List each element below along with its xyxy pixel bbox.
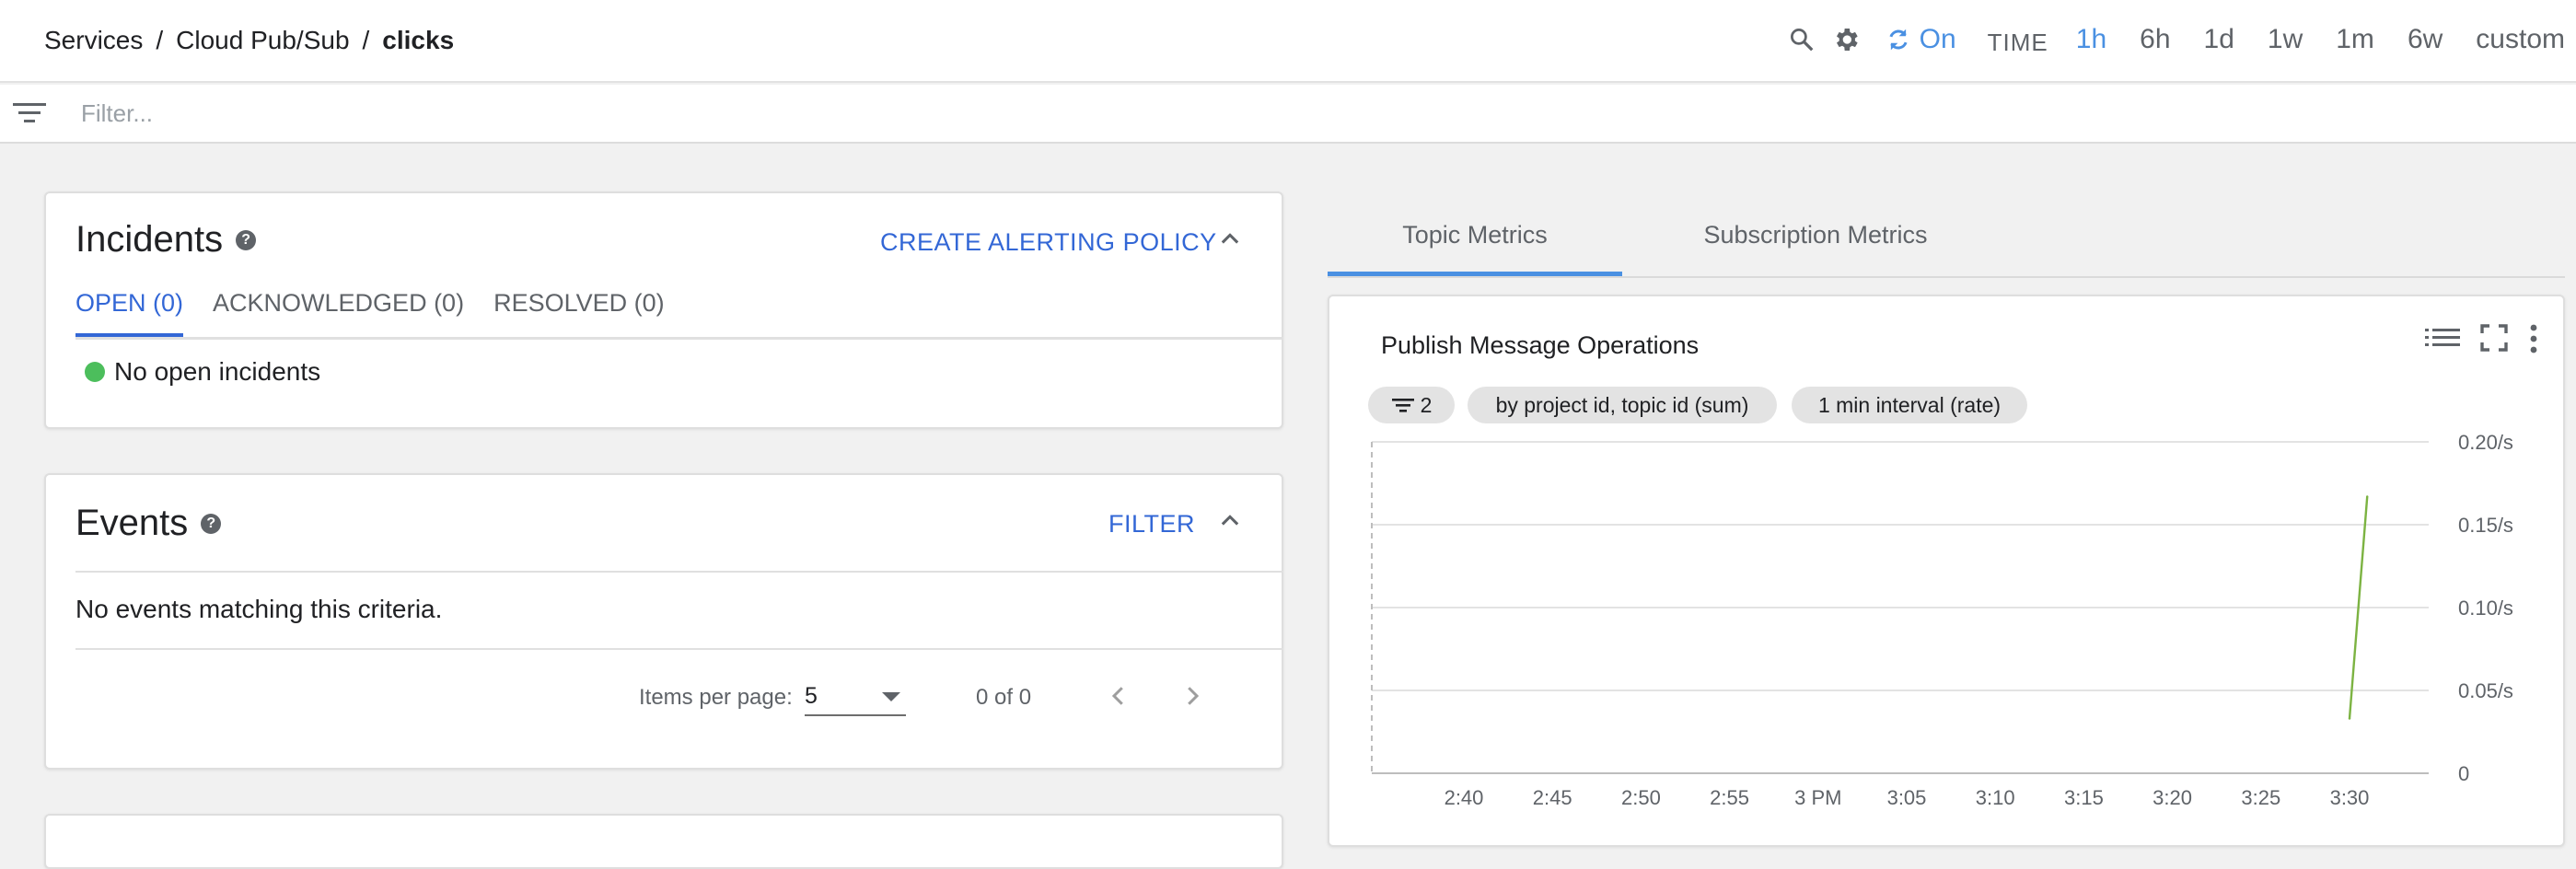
previous-page-icon[interactable] bbox=[1105, 678, 1132, 719]
create-alerting-policy-button[interactable]: CREATE ALERTING POLICY bbox=[880, 228, 1217, 257]
x-tick-label: 3:10 bbox=[1976, 786, 2015, 809]
chevron-up-icon[interactable] bbox=[1217, 226, 1243, 257]
x-tick-label: 3:15 bbox=[2064, 786, 2104, 809]
next-card bbox=[44, 814, 1283, 869]
auto-refresh-label: On bbox=[1919, 24, 1956, 54]
items-per-page-value: 5 bbox=[805, 683, 818, 709]
publish-operations-chart-card: Publish Message Operations 2 by project … bbox=[1328, 295, 2565, 847]
help-icon[interactable]: ? bbox=[236, 229, 257, 250]
time-option-custom[interactable]: custom bbox=[2476, 24, 2565, 55]
time-option-6h[interactable]: 6h bbox=[2140, 24, 2170, 55]
incident-tabs: OPEN (0) ACKNOWLEDGED (0) RESOLVED (0) bbox=[75, 285, 1283, 340]
tab-resolved[interactable]: RESOLVED (0) bbox=[493, 285, 665, 333]
x-tick-label: 2:50 bbox=[1621, 786, 1661, 809]
tab-acknowledged[interactable]: ACKNOWLEDGED (0) bbox=[213, 285, 464, 333]
data-point bbox=[2366, 495, 2369, 498]
incidents-title: Incidents bbox=[75, 219, 224, 260]
breadcrumb-separator: / bbox=[156, 26, 164, 54]
tab-open[interactable]: OPEN (0) bbox=[75, 285, 184, 337]
breadcrumb-separator: / bbox=[362, 26, 370, 54]
breadcrumb-cloud-pubsub[interactable]: Cloud Pub/Sub bbox=[176, 26, 349, 55]
breadcrumb-services[interactable]: Services bbox=[44, 26, 143, 55]
x-tick-label: 2:55 bbox=[1710, 786, 1749, 809]
items-per-page-label: Items per page: bbox=[639, 685, 793, 710]
header-controls: On TIME 1h 6h 1d 1w 1m 6w custom bbox=[1780, 18, 2565, 61]
events-empty-message: No events matching this criteria. bbox=[75, 595, 443, 623]
events-header: Events ? bbox=[75, 503, 222, 544]
x-tick-label: 2:40 bbox=[1445, 786, 1484, 809]
data-point bbox=[2348, 717, 2351, 720]
events-title: Events bbox=[75, 503, 189, 543]
top-bar: Services / Cloud Pub/Sub / clicks On TIM… bbox=[0, 0, 2576, 83]
incident-status: No open incidents bbox=[85, 357, 320, 387]
pagination-range: 0 of 0 bbox=[976, 685, 1032, 710]
time-option-1h[interactable]: 1h bbox=[2076, 24, 2106, 55]
filter-button[interactable]: FILTER bbox=[1108, 510, 1195, 539]
x-tick-label: 3 PM bbox=[1794, 786, 1841, 809]
x-tick-label: 3:25 bbox=[2241, 786, 2280, 809]
gear-icon[interactable] bbox=[1824, 18, 1868, 61]
time-option-1m[interactable]: 1m bbox=[2336, 24, 2374, 55]
line-chart: 0 0.05/s 0.10/s 0.15/s 0.20/s 2:40 2:45 2:50 2:5… bbox=[1371, 431, 2513, 809]
refresh-icon bbox=[1889, 29, 1908, 51]
incident-status-text: No open incidents bbox=[114, 357, 321, 386]
divider bbox=[75, 648, 1283, 650]
y-tick-label: 0.15/s bbox=[2458, 514, 2513, 537]
x-tick-label: 3:20 bbox=[2152, 786, 2192, 809]
search-icon[interactable] bbox=[1780, 18, 1824, 61]
divider bbox=[75, 571, 1283, 573]
help-icon[interactable]: ? bbox=[201, 513, 222, 534]
dropdown-caret-icon bbox=[882, 692, 900, 701]
time-option-6w[interactable]: 6w bbox=[2408, 24, 2443, 55]
events-card: Events ? FILTER No events matching this … bbox=[44, 473, 1283, 770]
incidents-card: Incidents ? CREATE ALERTING POLICY OPEN … bbox=[44, 191, 1283, 429]
metrics-tabs: Topic Metrics Subscription Metrics bbox=[1328, 193, 2565, 278]
x-tick-label: 2:45 bbox=[1533, 786, 1572, 809]
filter-bar bbox=[0, 85, 2576, 144]
breadcrumb: Services / Cloud Pub/Sub / clicks bbox=[44, 26, 454, 55]
filter-input[interactable] bbox=[79, 94, 1188, 133]
time-option-1w[interactable]: 1w bbox=[2268, 24, 2303, 55]
breadcrumb-current: clicks bbox=[382, 26, 455, 54]
incidents-header: Incidents ? bbox=[75, 219, 257, 261]
y-tick-label: 0.05/s bbox=[2458, 679, 2513, 702]
x-tick-label: 3:30 bbox=[2330, 786, 2370, 809]
time-label: TIME bbox=[1987, 28, 2048, 56]
filter-list-icon[interactable] bbox=[11, 98, 48, 133]
y-tick-label: 0.20/s bbox=[2458, 431, 2513, 454]
items-per-page-select[interactable]: 5 bbox=[805, 679, 906, 716]
tab-subscription-metrics[interactable]: Subscription Metrics bbox=[1641, 193, 1990, 276]
auto-refresh-toggle[interactable]: On bbox=[1885, 24, 1956, 55]
tab-topic-metrics[interactable]: Topic Metrics bbox=[1328, 193, 1622, 276]
time-option-1d[interactable]: 1d bbox=[2204, 24, 2234, 55]
y-tick-label: 0 bbox=[2458, 762, 2469, 785]
x-tick-label: 3:05 bbox=[1887, 786, 1927, 809]
y-tick-label: 0.10/s bbox=[2458, 597, 2513, 620]
chevron-up-icon[interactable] bbox=[1217, 508, 1243, 539]
next-page-icon[interactable] bbox=[1178, 678, 1206, 719]
status-ok-icon bbox=[85, 362, 105, 382]
